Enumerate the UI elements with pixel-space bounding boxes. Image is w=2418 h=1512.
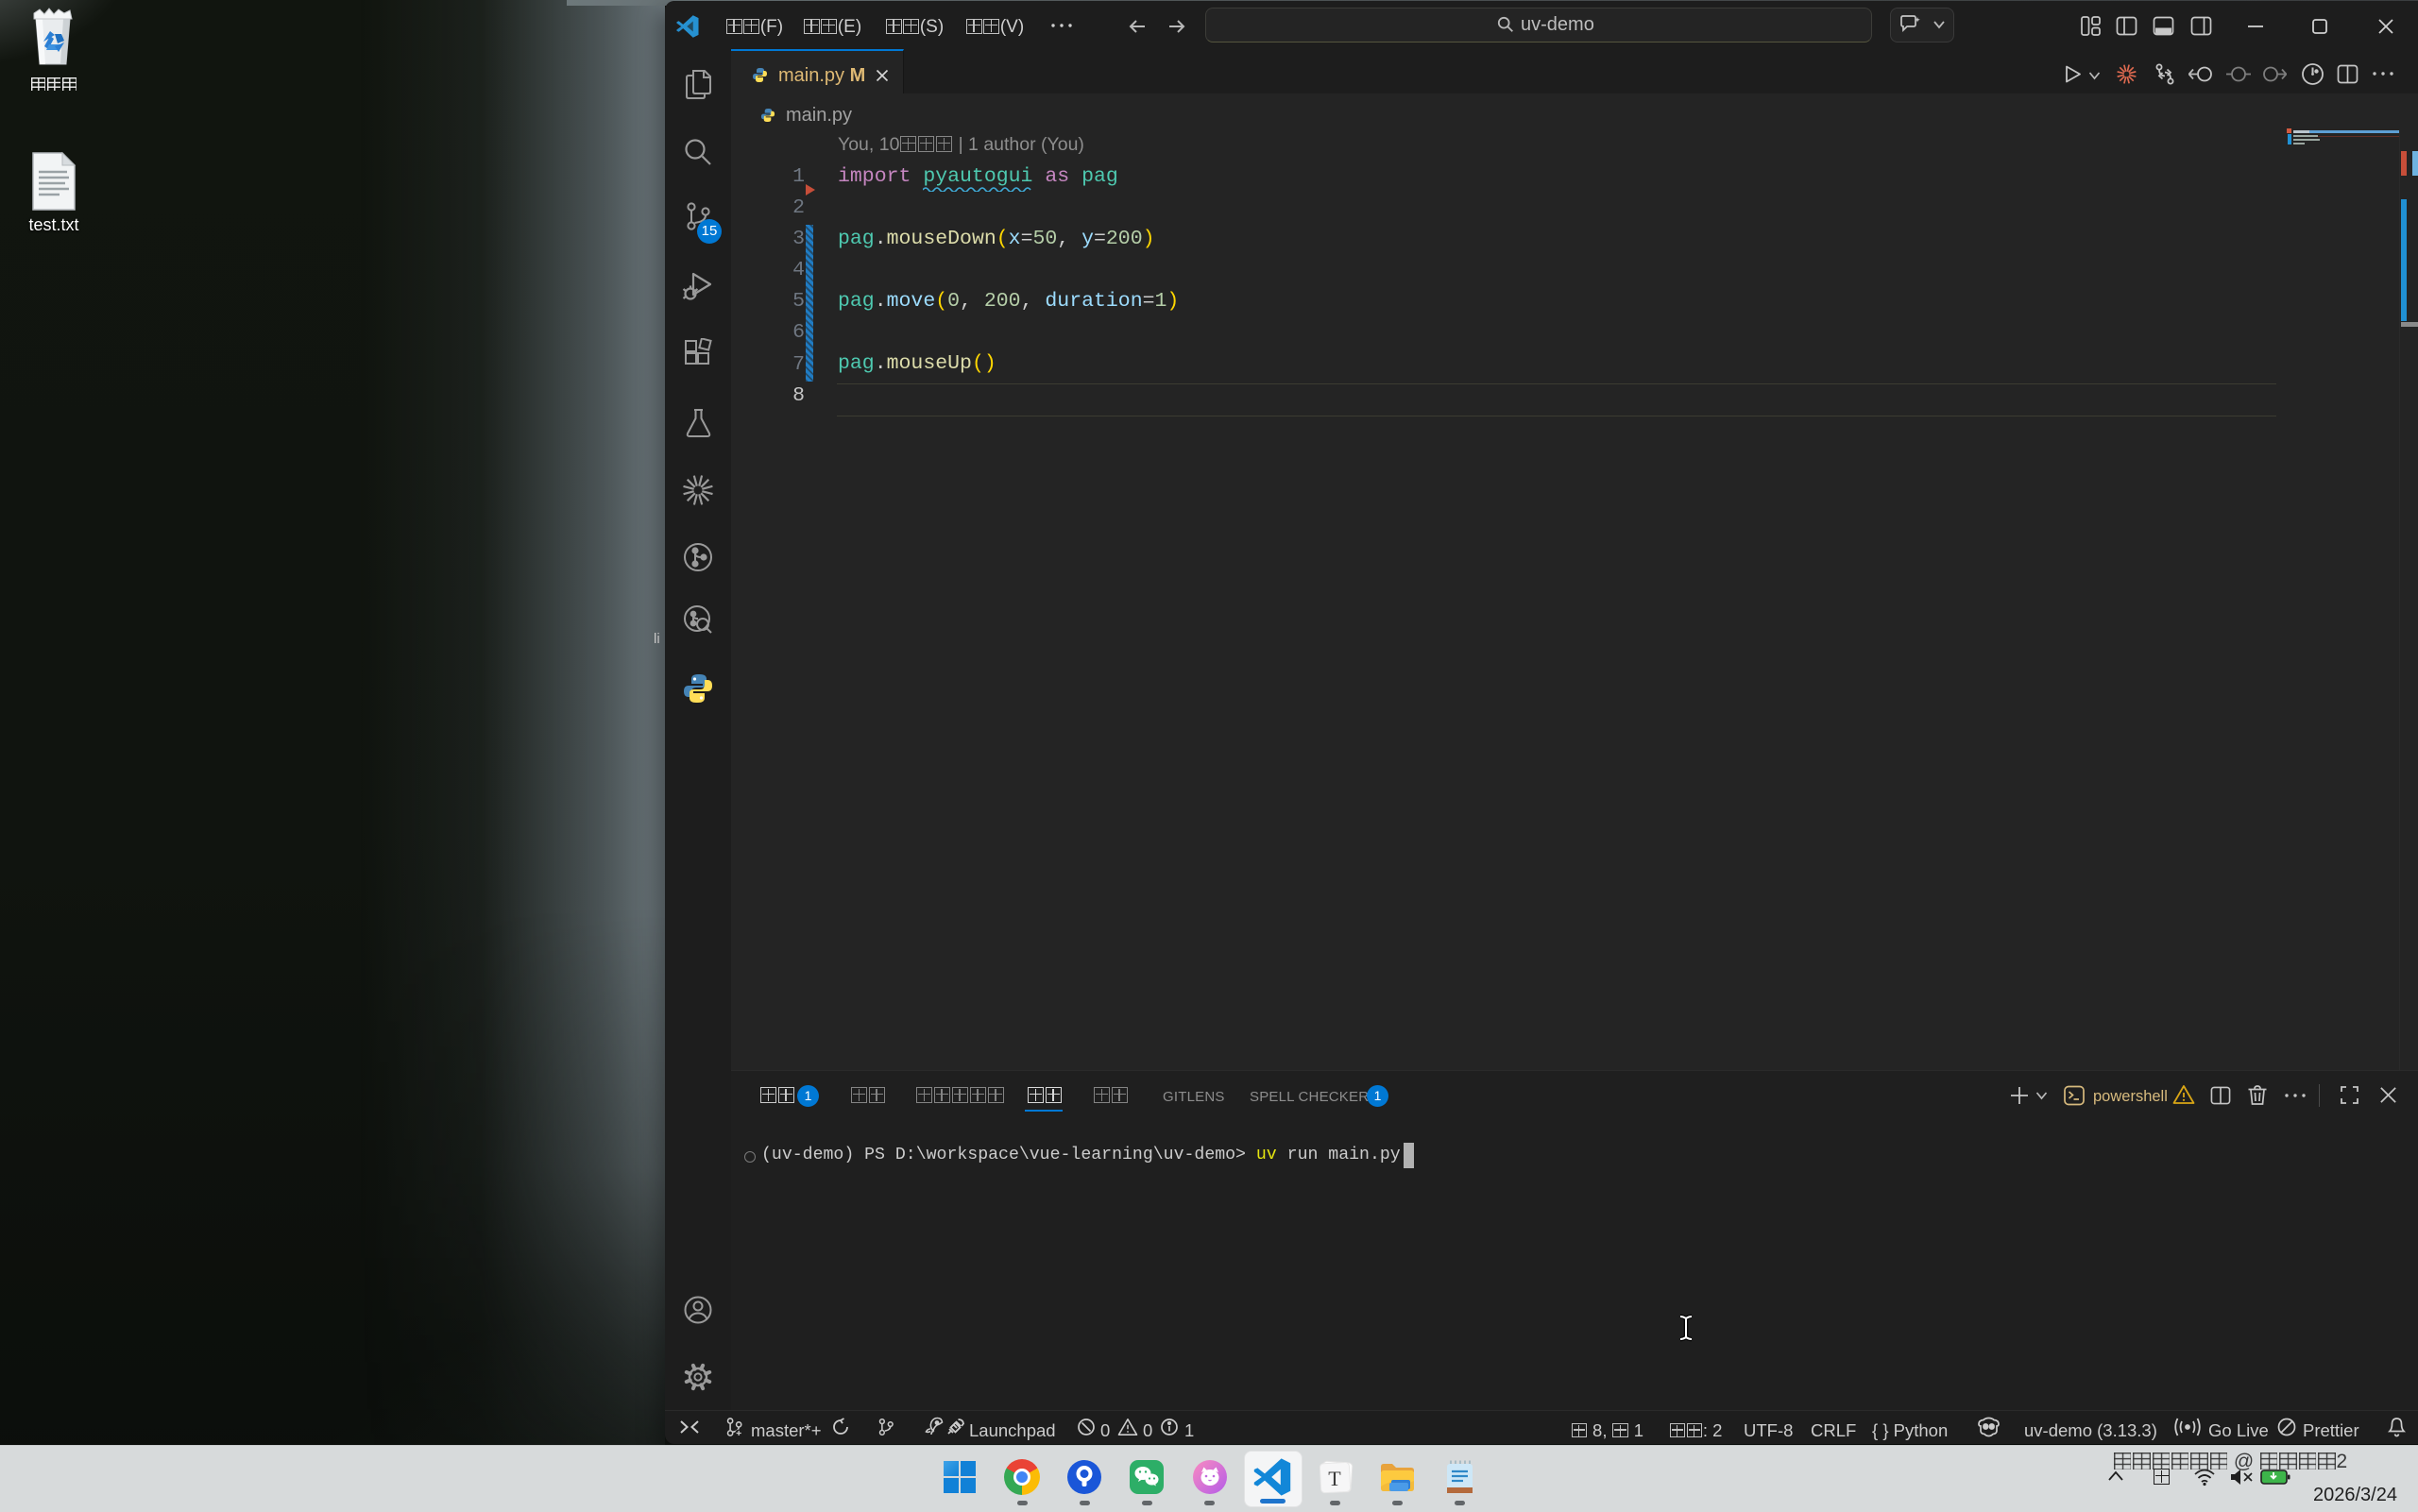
svg-text:T: T — [1328, 1467, 1341, 1490]
